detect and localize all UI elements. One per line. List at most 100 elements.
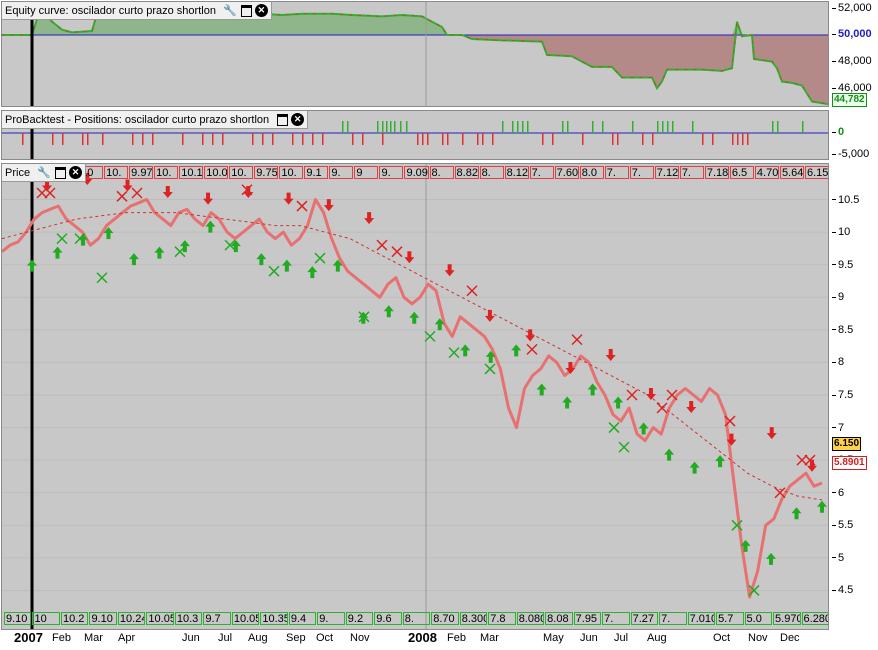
last-price-label: 6.150 bbox=[832, 437, 862, 451]
strip-cell: 6.280 *36 bbox=[801, 612, 829, 625]
buy-arrow bbox=[256, 253, 267, 266]
short-position-bar bbox=[612, 133, 614, 145]
wrench-icon[interactable]: 🔧 bbox=[223, 4, 237, 18]
close-icon[interactable]: ✕ bbox=[291, 113, 305, 126]
time-axis-label: 2008 bbox=[408, 630, 437, 645]
sell-exit-cross bbox=[391, 246, 403, 258]
short-position-bar bbox=[272, 133, 274, 145]
short-position-bar bbox=[462, 133, 464, 145]
strip-cell: 7. bbox=[602, 612, 630, 625]
buy-arrow bbox=[715, 455, 726, 468]
moving-average-label: 5.8901 bbox=[832, 456, 867, 470]
sell-exit-cross bbox=[466, 285, 478, 297]
strip-cell: 5.7 bbox=[716, 612, 744, 625]
strip-cell: 10.24 bbox=[117, 612, 146, 625]
price-tick: 5 bbox=[832, 552, 844, 564]
price-title-bar: Price 🔧 ✕ bbox=[2, 164, 87, 182]
short-position-bar bbox=[352, 133, 354, 145]
long-position-bar bbox=[527, 121, 529, 133]
sell-arrow bbox=[444, 264, 455, 277]
bottom-price-strip: 9.101010.29.1010.2410.050 *210.39.710.05… bbox=[4, 612, 829, 626]
time-axis-label: Jul bbox=[614, 632, 629, 644]
buy-arrow bbox=[307, 266, 318, 279]
long-position-bar bbox=[667, 121, 669, 133]
strip-cell: 7.27 bbox=[630, 612, 659, 625]
close-icon[interactable]: ✕ bbox=[69, 166, 83, 179]
time-axis-label: Nov bbox=[350, 632, 370, 644]
strip-cell: 10 bbox=[32, 612, 60, 625]
strip-cell: 7. bbox=[604, 166, 629, 179]
strip-cell: 7.125 bbox=[654, 166, 679, 179]
buy-arrow bbox=[128, 253, 139, 266]
time-axis-label: Feb bbox=[447, 632, 466, 644]
equity-title: Equity curve: oscilador curto prazo shor… bbox=[5, 4, 216, 17]
strip-cell: 10.00 bbox=[204, 166, 229, 179]
strip-cell: 10. bbox=[154, 166, 179, 179]
short-position-bar bbox=[712, 133, 714, 145]
strip-cell: 7.605 bbox=[554, 166, 579, 179]
buy-exit-cross bbox=[618, 441, 630, 453]
long-position-bar bbox=[772, 121, 774, 133]
equity-title-bar: Equity curve: oscilador curto prazo shor… bbox=[2, 2, 272, 20]
strip-cell: 7.010 *3264 bbox=[687, 612, 716, 625]
short-position-bar bbox=[702, 133, 704, 145]
price-chart bbox=[2, 164, 828, 629]
price-axis: 10.5109.598.587.576.565.554.5 bbox=[832, 163, 878, 630]
strip-cell: 7.180 *326 bbox=[704, 166, 729, 179]
time-axis-label: Oct bbox=[316, 632, 334, 644]
long-position-bar bbox=[347, 121, 349, 133]
sell-exit-cross bbox=[296, 200, 308, 212]
short-position-bar bbox=[252, 133, 254, 145]
positions-title: ProBacktest - Positions: oscilador curto… bbox=[5, 113, 270, 126]
strip-cell: 9.75 bbox=[254, 166, 279, 179]
sell-arrow bbox=[484, 309, 495, 322]
short-position-bar bbox=[322, 133, 324, 145]
equity-axis: 52,000 50,000 48,000 46,000 bbox=[832, 0, 878, 108]
long-position-bar bbox=[777, 121, 779, 133]
time-axis-label: Jun bbox=[580, 632, 598, 644]
price-panel: Price 🔧 ✕ 9.10101010.9.970 *25610.10.110… bbox=[1, 163, 829, 630]
long-position-bar bbox=[400, 121, 402, 133]
long-position-bar bbox=[657, 121, 659, 133]
positions-axis: 0 -5,000 bbox=[832, 110, 878, 160]
sell-exit-cross bbox=[571, 334, 583, 346]
strip-cell: 10.1 bbox=[179, 166, 204, 179]
equity-tick: 52,000 bbox=[832, 2, 872, 14]
sell-arrow bbox=[162, 186, 173, 199]
close-icon[interactable]: ✕ bbox=[254, 4, 268, 17]
short-position-bar bbox=[652, 133, 654, 145]
wrench-icon[interactable]: 🔧 bbox=[37, 166, 51, 180]
price-tick: 9 bbox=[832, 291, 844, 303]
strip-cell: 9.10 bbox=[4, 612, 32, 625]
window-icon[interactable] bbox=[277, 113, 289, 126]
sell-arrow bbox=[283, 192, 294, 205]
sell-arrow bbox=[323, 199, 334, 212]
positions-title-bar: ProBacktest - Positions: oscilador curto… bbox=[2, 111, 309, 129]
short-position-bar bbox=[22, 133, 24, 145]
short-position-bar bbox=[477, 133, 479, 145]
buy-arrow bbox=[562, 396, 573, 409]
window-icon[interactable] bbox=[240, 4, 252, 17]
sell-exit-cross bbox=[376, 239, 388, 251]
buy-arrow bbox=[154, 246, 165, 259]
price-title: Price bbox=[5, 166, 31, 179]
long-position-bar bbox=[386, 121, 388, 133]
equity-last-value: 44,782 bbox=[832, 93, 867, 107]
buy-arrow bbox=[536, 383, 547, 396]
strip-cell: 9.10 bbox=[89, 612, 117, 625]
buy-arrow bbox=[409, 311, 420, 324]
strip-cell: 9 bbox=[354, 166, 379, 179]
long-position-bar bbox=[522, 121, 524, 133]
window-icon[interactable] bbox=[55, 166, 67, 179]
strip-cell: 9.090 bbox=[404, 166, 429, 179]
short-position-bar bbox=[447, 133, 449, 145]
strip-cell: 8. bbox=[402, 612, 431, 625]
strip-cell: 10.05 bbox=[231, 612, 260, 625]
short-position-bar bbox=[292, 133, 294, 145]
sell-exit-cross bbox=[44, 187, 56, 199]
strip-cell: 4.700 bbox=[754, 166, 779, 179]
short-position-bar bbox=[417, 133, 419, 145]
strip-cell: 10.3 bbox=[174, 612, 203, 625]
strip-cell: 8. bbox=[429, 166, 454, 179]
strip-cell: 9.970 *256 bbox=[129, 166, 154, 179]
